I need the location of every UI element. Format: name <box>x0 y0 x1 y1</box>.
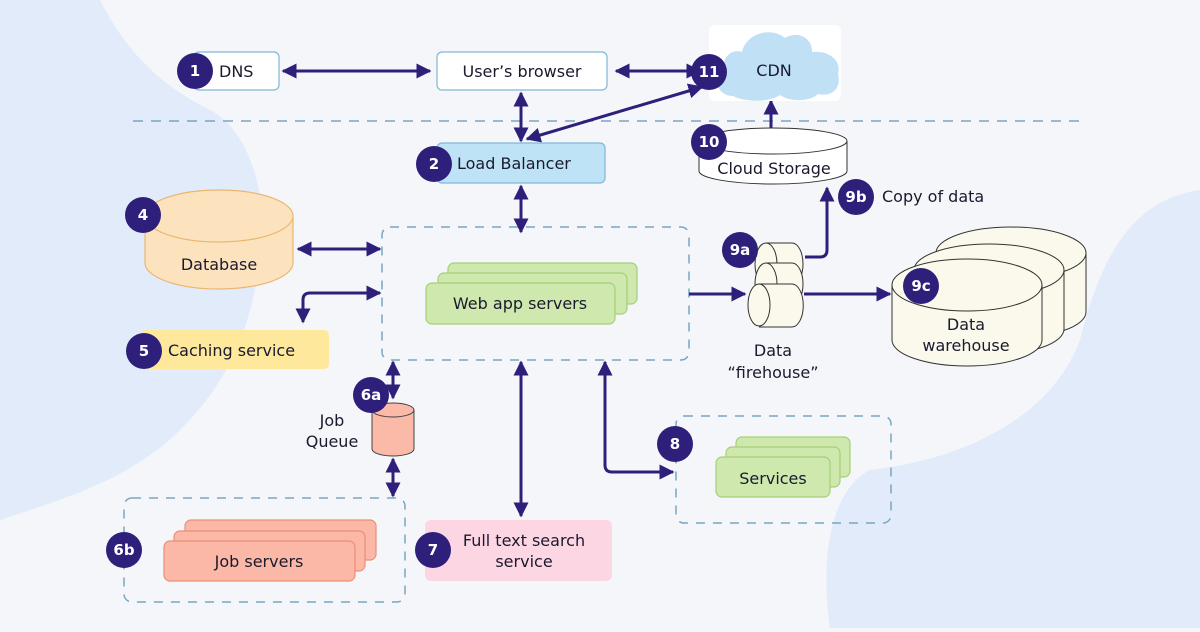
web-app-servers-label: Web app servers <box>453 294 587 313</box>
badge-9a-text: 9a <box>730 241 751 259</box>
badge-2-text: 2 <box>429 155 439 173</box>
badge-11-text: 11 <box>699 63 720 81</box>
arrow-firehose-cloudstorage <box>805 186 835 259</box>
job-queue-label-line2: Queue <box>306 432 359 451</box>
badge-5-text: 5 <box>139 342 149 360</box>
badge-8-text: 8 <box>670 435 680 453</box>
badge-9b-text: 9b <box>845 188 866 206</box>
arrow-cdn-loadbalancer <box>525 83 704 143</box>
badge-10-text: 10 <box>699 133 720 151</box>
firehose-label-line2: “firehouse” <box>728 363 819 382</box>
warehouse-label-line1: Data <box>947 315 985 334</box>
badge-6a-text: 6a <box>361 386 382 404</box>
services-label: Services <box>739 469 806 488</box>
search-label-line1: Full text search <box>463 531 585 550</box>
cdn-label: CDN <box>756 61 791 80</box>
badge-4-text: 4 <box>138 206 148 224</box>
job-servers-stack[interactable] <box>163 519 377 582</box>
warehouse-label-line2: warehouse <box>922 336 1009 355</box>
copy-of-data-label: Copy of data <box>882 187 984 206</box>
job-queue-label-line1: Job <box>319 411 345 430</box>
database-cylinder[interactable] <box>144 189 294 290</box>
caching-service-label: Caching service <box>168 341 295 360</box>
services-stack[interactable] <box>715 436 851 498</box>
badge-7-text: 7 <box>428 541 438 559</box>
search-service-box[interactable] <box>425 520 612 581</box>
job-servers-label: Job servers <box>214 552 304 571</box>
badge-1-text: 1 <box>190 62 200 80</box>
diagram-canvas: DNS 1 User’s browser CDN 11 Load Balance… <box>0 0 1200 628</box>
search-label-line2: service <box>495 552 552 571</box>
cloud-storage-label: Cloud Storage <box>717 159 830 178</box>
badge-6b-text: 6b <box>113 541 134 559</box>
load-balancer-label: Load Balancer <box>457 154 571 173</box>
firehose-label-line1: Data <box>754 341 792 360</box>
architecture-diagram: DNS 1 User’s browser CDN 11 Load Balance… <box>0 0 1200 628</box>
arrow-webservers-caching <box>295 285 382 324</box>
browser-label: User’s browser <box>463 62 582 81</box>
database-label: Database <box>181 255 257 274</box>
dns-label: DNS <box>219 62 253 81</box>
badge-9c-text: 9c <box>911 277 930 295</box>
